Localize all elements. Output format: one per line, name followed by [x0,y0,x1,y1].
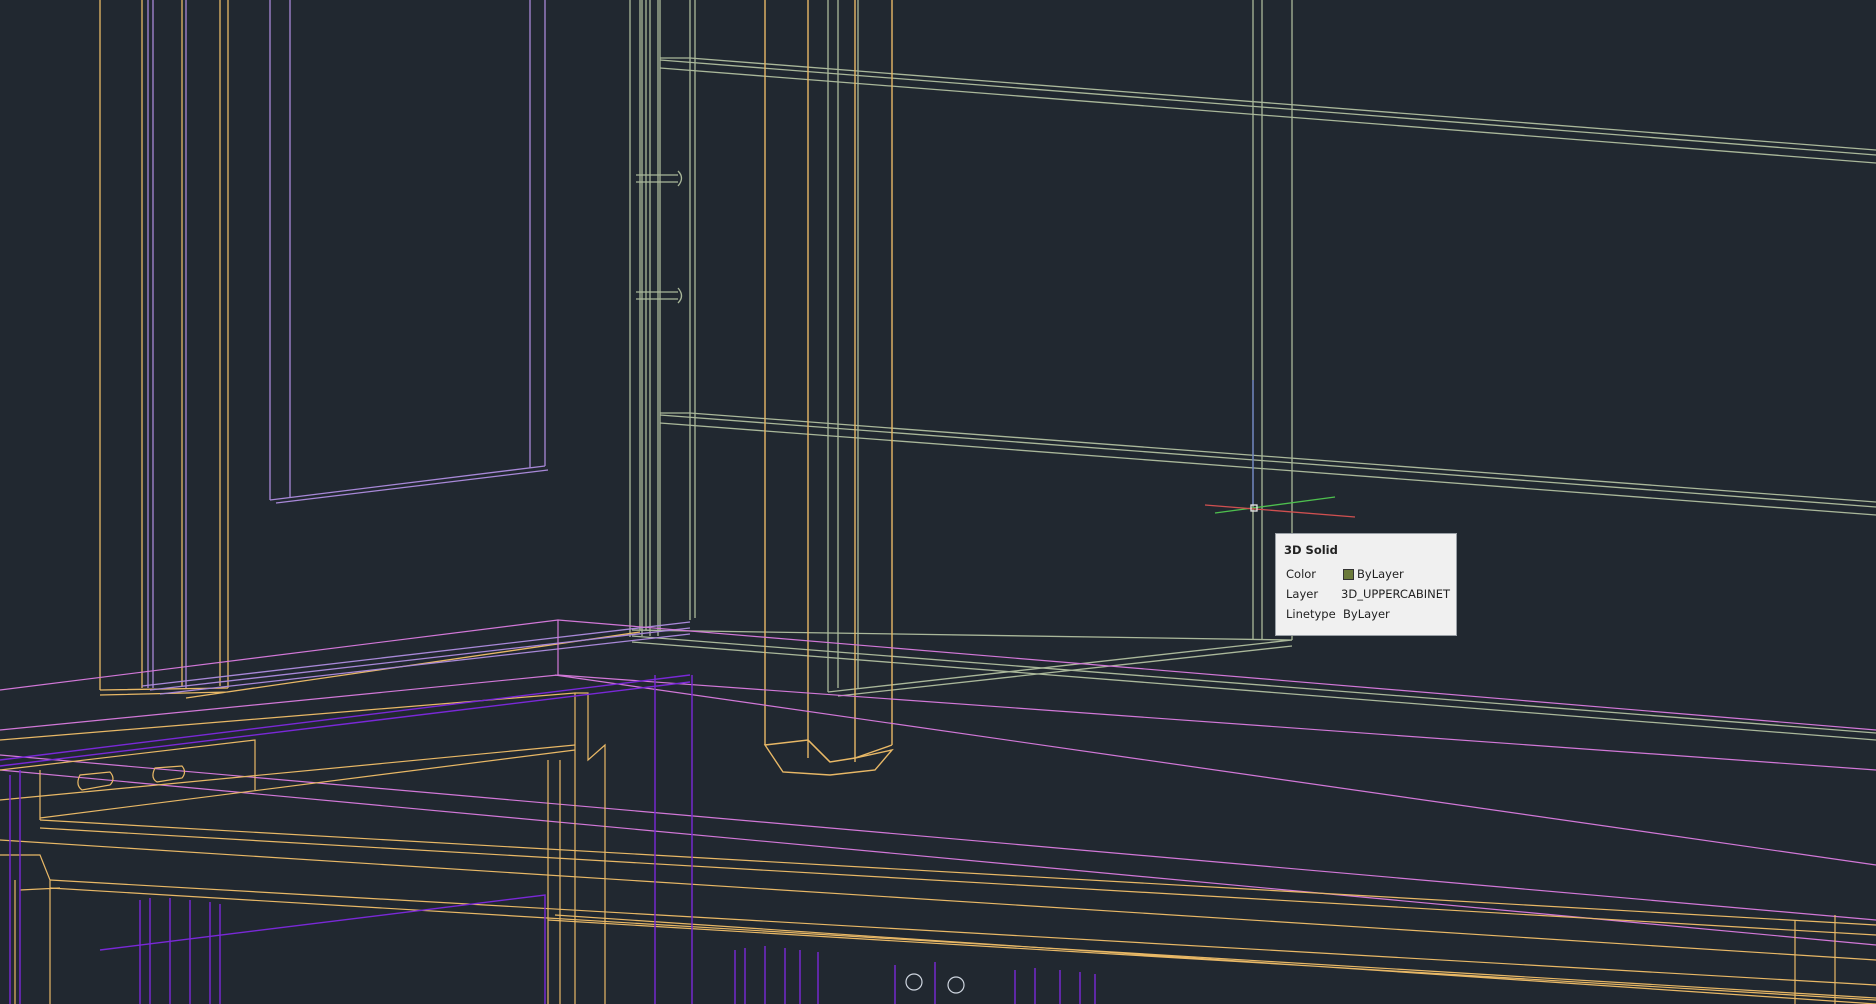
tooltip-value: ByLayer [1343,607,1390,621]
tooltip-row-linetype: Linetype ByLayer [1284,604,1450,624]
tooltip-key: Layer [1286,587,1319,601]
left-cabinet [99,0,691,699]
tooltip-key: Color [1286,567,1317,581]
crosshair-cursor-icon [1204,380,1356,518]
object-properties-tooltip: 3D Solid Color ByLayer Layer 3D_UPPERCAB… [1275,533,1457,636]
tooltip-row-color: Color ByLayer [1284,564,1450,584]
upper-cabinet [629,0,1876,741]
wireframe-model [0,0,1876,1004]
drawing-viewport[interactable] [0,0,1876,1004]
tooltip-title: 3D Solid [1284,543,1338,557]
countertop-edges [0,619,1876,946]
tooltip-key: Linetype [1286,607,1336,621]
base-cabinet [0,692,1876,1004]
color-swatch-icon [1343,568,1354,580]
tooltip-row-layer: Layer 3D_UPPERCABINET [1284,584,1450,604]
tooltip-value: ByLayer [1357,567,1404,581]
tooltip-value: 3D_UPPERCABINET [1341,587,1450,601]
